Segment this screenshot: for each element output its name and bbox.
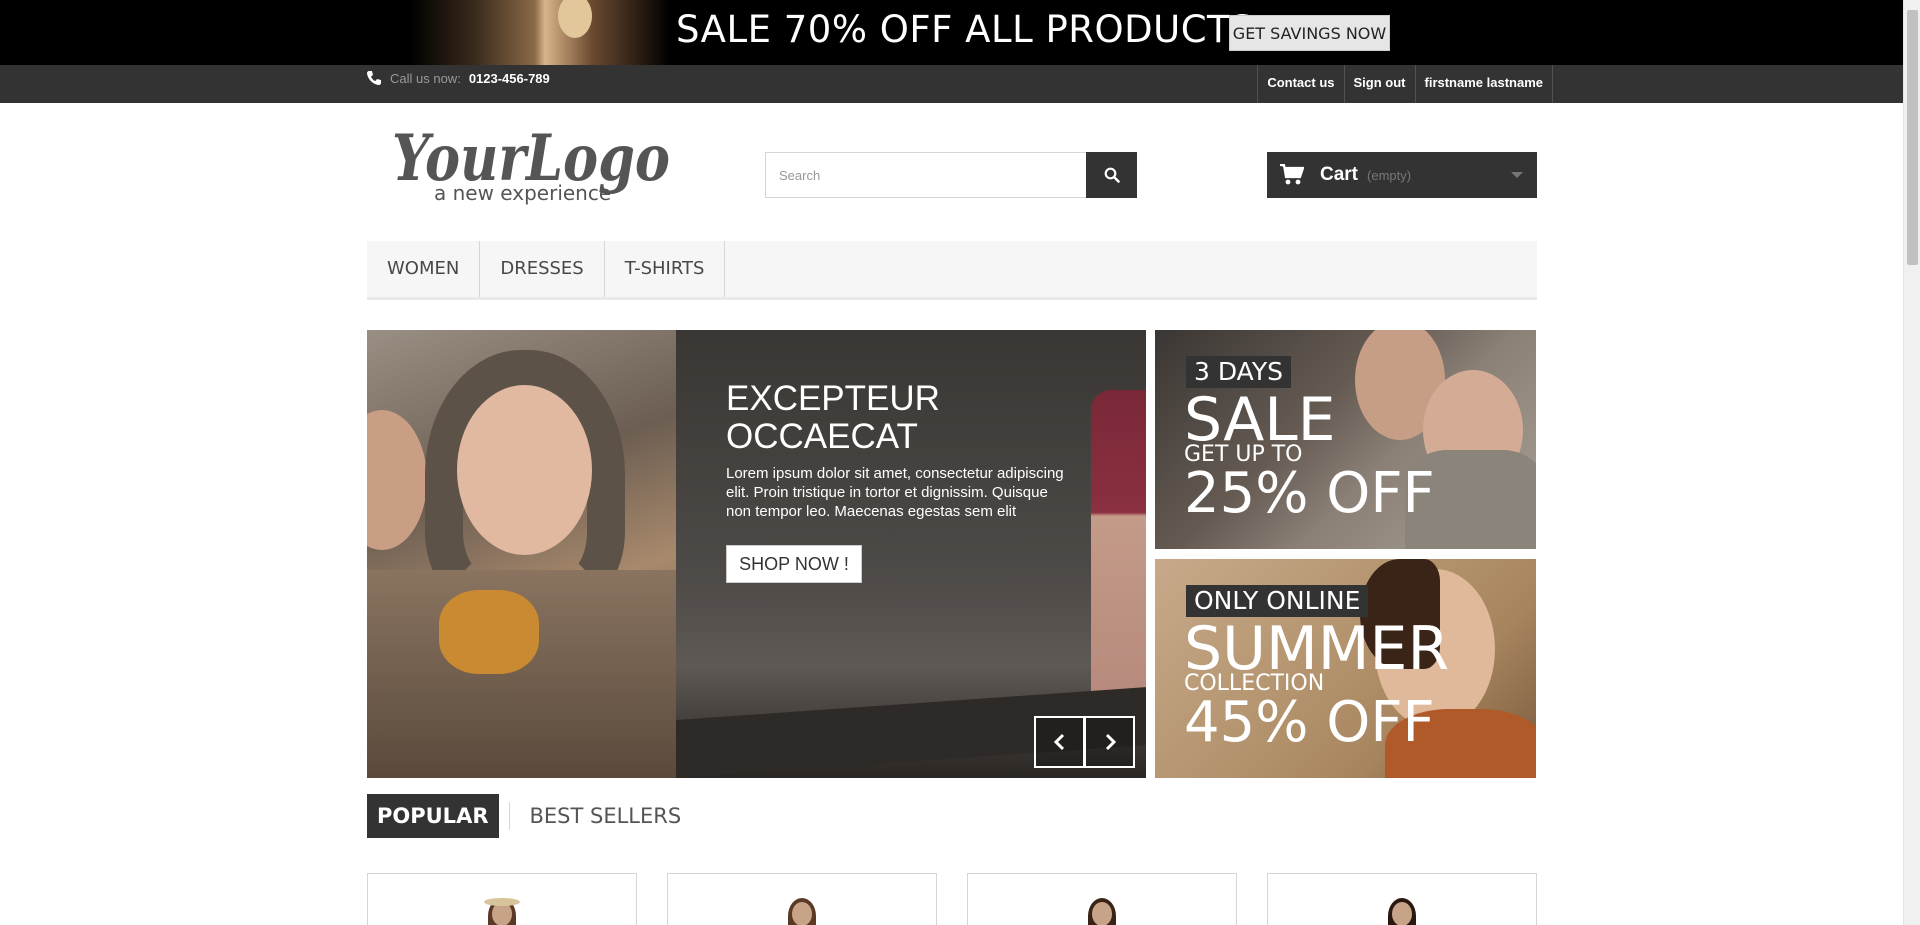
tab-divider [508,802,510,830]
slide-title: EXCEPTEUR OCCAECAT [726,379,940,456]
banner-summer-big: SUMMER [1184,614,1450,684]
product-image [1382,896,1422,925]
cart-icon [1280,164,1304,185]
slide-content: EXCEPTEUR OCCAECAT Lorem ipsum dolor sit… [676,330,1146,778]
tab-popular[interactable]: POPULAR [367,794,499,838]
homepage-slider: EXCEPTEUR OCCAECAT Lorem ipsum dolor sit… [367,330,1146,778]
cart-button[interactable]: Cart (empty) [1267,152,1537,198]
banner-summer-off: 45% OFF [1184,690,1435,755]
site-logo[interactable]: YourLogo a new experience [388,118,678,212]
banner-sale[interactable]: 3 DAYS SALE GET UP TO 25% OFF [1155,330,1536,549]
call-us-info: Call us now: 0123-456-789 [366,70,550,86]
promo-banner[interactable]: SALE 70% OFF ALL PRODUCTS GET SAVINGS NO… [0,0,1903,65]
search-button[interactable] [1086,152,1137,198]
search-bar [765,152,1137,198]
slide-text: Lorem ipsum dolor sit amet, consectetur … [726,465,1064,520]
banner-summer[interactable]: ONLY ONLINE SUMMER COLLECTION 45% OFF [1155,559,1536,778]
search-input[interactable] [765,152,1086,198]
chevron-down-icon [1511,172,1523,178]
call-us-label: Call us now: [390,70,461,86]
logo-tagline: a new experience [434,181,611,205]
banner-summer-tag: ONLY ONLINE [1186,585,1369,617]
product-card[interactable] [967,873,1237,925]
slider-next-button[interactable] [1084,716,1135,768]
page-scrollbar[interactable] [1903,0,1920,925]
cart-status: (empty) [1367,167,1412,183]
search-icon [1104,167,1120,183]
scrollbar-thumb[interactable] [1907,10,1918,265]
chevron-left-icon [1053,733,1064,751]
slider-prev-button[interactable] [1034,716,1085,768]
promo-model-image [410,0,670,65]
banner-sale-tag: 3 DAYS [1186,356,1291,388]
get-savings-button[interactable]: GET SAVINGS NOW [1229,15,1390,51]
cart-label: Cart [1320,164,1359,185]
product-card[interactable] [1267,873,1537,925]
menu-item-dresses[interactable]: DRESSES [480,241,605,297]
top-nav-bar [0,65,1903,103]
sign-out-link[interactable]: Sign out [1343,65,1415,103]
product-tabs: POPULAR BEST SELLERS [367,794,691,838]
chevron-right-icon [1105,733,1116,751]
product-card[interactable] [667,873,937,925]
page: SALE 70% OFF ALL PRODUCTS GET SAVINGS NO… [0,0,1920,925]
menu-item-tshirts[interactable]: T-SHIRTS [605,241,726,297]
category-menu: WOMEN DRESSES T-SHIRTS [367,241,1537,300]
user-links: Contact us Sign out firstname lastname [1257,65,1553,103]
phone-icon [367,71,381,85]
phone-number: 0123-456-789 [468,70,550,86]
menu-item-women[interactable]: WOMEN [367,241,481,297]
contact-us-link[interactable]: Contact us [1257,65,1343,103]
slide-image-women [367,330,676,778]
product-image [782,896,822,925]
banner-sale-off: 25% OFF [1184,461,1435,526]
promo-headline: SALE 70% OFF ALL PRODUCTS [676,8,1255,51]
product-image [482,896,522,925]
product-image [1082,896,1122,925]
account-name-link[interactable]: firstname lastname [1414,65,1553,103]
banner-sale-big: SALE [1184,385,1336,455]
shop-now-button[interactable]: SHOP NOW ! [726,545,862,583]
product-card[interactable] [367,873,637,925]
tab-best-sellers[interactable]: BEST SELLERS [520,794,692,838]
